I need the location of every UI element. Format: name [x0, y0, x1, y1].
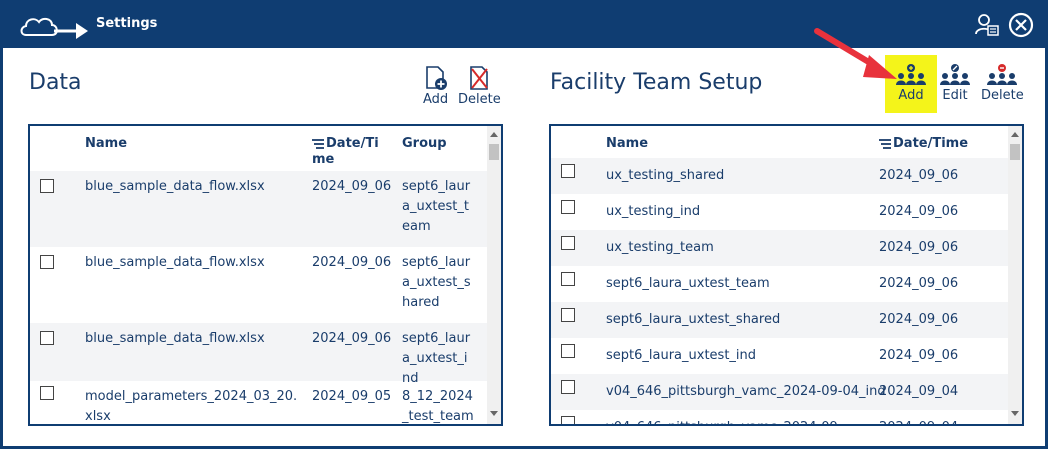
data-col-name[interactable]: Name	[85, 136, 127, 151]
sort-icon	[312, 138, 324, 149]
edit-team-icon	[940, 64, 970, 85]
window-title: Settings	[96, 16, 158, 31]
row-date: 2024_09_06	[312, 331, 392, 346]
row-date: 2024_09_04	[879, 384, 959, 399]
scroll-up-arrow[interactable]	[1011, 132, 1019, 137]
row-name: blue_sample_data_flow.xlsx	[85, 255, 265, 270]
table-row[interactable]: sept6_laura_uxtest_ind 2024_09_06	[551, 338, 1008, 374]
facility-table-scrollbar[interactable]	[1008, 126, 1022, 424]
cloud-arrow-icon	[20, 17, 88, 39]
row-group: sept6_laura_uxtest_team	[402, 179, 471, 234]
facility-section-title: Facility Team Setup	[550, 70, 763, 95]
data-col-date[interactable]: Date/Time	[312, 136, 392, 168]
user-settings-icon[interactable]	[974, 12, 1000, 38]
row-group: 8_12_2024_test_team	[402, 389, 474, 424]
scroll-thumb[interactable]	[489, 144, 499, 160]
data-col-group[interactable]: Group	[402, 136, 447, 151]
facility-col-date[interactable]: Date/Time	[879, 136, 968, 151]
row-name: v04_646_pittsburgh_vamc_2024-09-	[606, 418, 842, 424]
row-name: sept6_laura_uxtest_team	[606, 276, 770, 291]
row-group: sept6_laura_uxtest_ind	[402, 331, 471, 386]
table-row[interactable]: v04_646_pittsburgh_vamc_2024-09-04_ind 2…	[551, 374, 1008, 410]
row-name: ux_testing_shared	[606, 168, 725, 183]
row-checkbox[interactable]	[561, 344, 575, 358]
row-checkbox[interactable]	[561, 416, 575, 424]
row-checkbox[interactable]	[40, 255, 54, 269]
row-checkbox[interactable]	[561, 308, 575, 322]
row-name: ux_testing_team	[606, 240, 714, 255]
facility-delete-label: Delete	[981, 88, 1024, 103]
close-icon[interactable]	[1008, 12, 1034, 38]
row-date: 2024_09_06	[879, 276, 959, 291]
facility-col-name[interactable]: Name	[606, 136, 648, 151]
row-checkbox[interactable]	[40, 386, 54, 400]
table-row[interactable]: blue_sample_data_flow.xlsx 2024_09_06 se…	[30, 171, 487, 247]
facility-edit-label: Edit	[942, 88, 968, 103]
row-checkbox[interactable]	[561, 164, 575, 178]
row-name: ux_testing_ind	[606, 204, 701, 219]
annotation-arrow-icon	[814, 28, 897, 79]
sort-icon	[879, 138, 891, 149]
row-group: sept6_laura_uxtest_shared	[402, 255, 471, 310]
data-add-button[interactable]: Add	[423, 65, 448, 107]
table-row[interactable]: model_parameters_2024_03_20.xlsx 2024_09…	[30, 381, 487, 424]
row-checkbox[interactable]	[40, 179, 54, 193]
data-delete-button[interactable]: Delete	[458, 65, 501, 107]
row-date: 2024_09_06	[312, 179, 392, 194]
facility-add-label: Add	[898, 88, 924, 103]
facility-table: Name Date/Time ux_testing_shared 2024_09…	[549, 124, 1024, 426]
facility-delete-button[interactable]: Delete	[981, 63, 1024, 103]
row-date: 2024_09_06	[312, 255, 392, 270]
table-row[interactable]: sept6_laura_uxtest_team 2024_09_06	[551, 266, 1008, 302]
row-checkbox[interactable]	[40, 331, 54, 345]
table-row[interactable]: blue_sample_data_flow.xlsx 2024_09_06 se…	[30, 247, 487, 323]
scroll-thumb[interactable]	[1010, 144, 1020, 160]
row-checkbox[interactable]	[561, 272, 575, 286]
row-name: v04_646_pittsburgh_vamc_2024-09-04_ind	[606, 384, 886, 399]
facility-edit-button[interactable]: Edit	[939, 63, 971, 103]
data-table: Name Date/Time Group blue_sample_data_fl…	[28, 124, 503, 426]
row-checkbox[interactable]	[561, 380, 575, 394]
data-table-scrollbar[interactable]	[487, 126, 501, 424]
settings-window: Settings Data Add Delete Name Date/Time …	[0, 0, 1048, 449]
data-delete-label: Delete	[458, 92, 501, 107]
scroll-down-arrow[interactable]	[1011, 411, 1019, 416]
row-name: blue_sample_data_flow.xlsx	[85, 179, 265, 194]
delete-team-icon	[987, 64, 1018, 85]
table-row[interactable]: ux_testing_team 2024_09_06	[551, 230, 1008, 266]
table-row[interactable]: v04_646_pittsburgh_vamc_2024-09- 2024_09…	[551, 410, 1008, 424]
data-add-label: Add	[423, 92, 449, 107]
row-date: 2024_09_06	[879, 204, 959, 219]
scroll-down-arrow[interactable]	[490, 411, 498, 416]
row-date: 2024_09_06	[879, 168, 959, 183]
scroll-up-arrow[interactable]	[490, 132, 498, 137]
row-name: sept6_laura_uxtest_ind	[606, 348, 757, 363]
row-checkbox[interactable]	[561, 236, 575, 250]
row-name: blue_sample_data_flow.xlsx	[85, 331, 265, 346]
delete-file-icon	[470, 66, 489, 90]
data-section-title: Data	[29, 70, 82, 95]
row-date: 2024_09_05	[312, 389, 392, 404]
row-date: 2024_09_04	[879, 418, 958, 424]
row-date: 2024_09_06	[879, 312, 959, 327]
row-checkbox[interactable]	[561, 200, 575, 214]
row-name: sept6_laura_uxtest_shared	[606, 312, 781, 327]
table-row[interactable]: ux_testing_shared 2024_09_06	[551, 158, 1008, 194]
add-file-icon	[425, 66, 447, 90]
table-row[interactable]: sept6_laura_uxtest_shared 2024_09_06	[551, 302, 1008, 338]
row-date: 2024_09_06	[879, 348, 959, 363]
table-row[interactable]: blue_sample_data_flow.xlsx 2024_09_06 se…	[30, 323, 487, 386]
table-row[interactable]: ux_testing_ind 2024_09_06	[551, 194, 1008, 230]
facility-col-date-label: Date/Time	[893, 136, 969, 151]
row-name: model_parameters_2024_03_20.xlsx	[85, 389, 298, 424]
row-date: 2024_09_06	[879, 240, 959, 255]
